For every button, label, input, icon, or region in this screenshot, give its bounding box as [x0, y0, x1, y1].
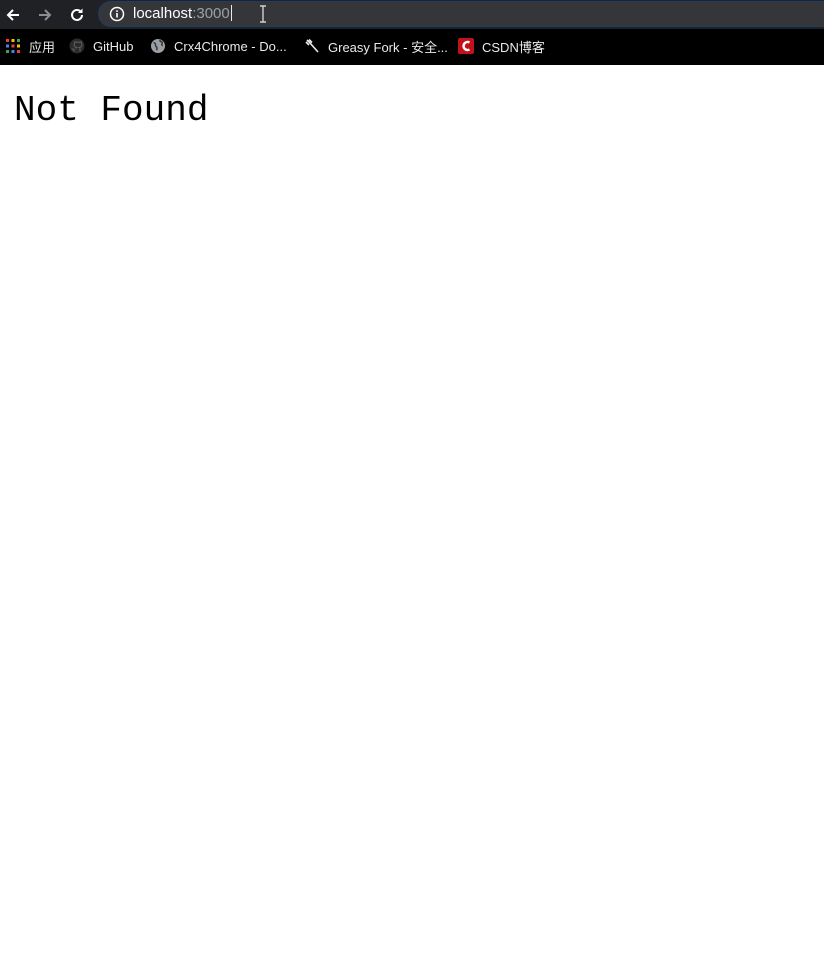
back-button[interactable] [1, 3, 25, 27]
apps-grid-icon [6, 39, 20, 53]
bookmark-github[interactable]: GitHub [69, 37, 133, 55]
url-text[interactable]: localhost:3000 [133, 5, 232, 23]
csdn-icon [458, 38, 474, 54]
text-caret [230, 5, 232, 21]
url-port: :3000 [192, 5, 230, 22]
arrow-left-icon [6, 9, 19, 21]
bookmark-label: GitHub [93, 38, 134, 54]
info-icon[interactable] [109, 6, 125, 22]
page-heading: Not Found [14, 90, 209, 131]
page-viewport: Not Found [0, 65, 824, 976]
bookmark-label: CSDN博客 [482, 39, 545, 55]
bookmark-apps[interactable]: 应用 [5, 37, 55, 55]
browser-toolbar: localhost:3000 [0, 0, 824, 29]
url-host: localhost [133, 5, 193, 22]
greasy-fork-icon [305, 38, 319, 53]
bookmark-greasy-fork[interactable]: Greasy Fork - 安全... [304, 37, 448, 55]
bookmark-crx4chrome[interactable]: Crx4Chrome - Do... [150, 37, 287, 55]
bookmarks-bar: 应用 GitHub Crx4Chrome - Do... Greasy Fork… [0, 29, 824, 65]
bookmark-label: Crx4Chrome - Do... [174, 38, 287, 54]
text-cursor-icon [260, 5, 266, 23]
reload-icon [71, 8, 83, 21]
globe-icon [151, 39, 165, 53]
arrow-right-icon [39, 9, 52, 21]
reload-button[interactable] [65, 3, 89, 27]
github-icon [69, 38, 85, 54]
forward-button[interactable] [33, 3, 57, 27]
bookmark-label: 应用 [29, 39, 56, 55]
bookmark-label: Greasy Fork - 安全... [328, 39, 448, 55]
address-bar[interactable]: localhost:3000 [98, 1, 824, 27]
bookmark-csdn[interactable]: CSDN博客 [458, 37, 545, 55]
